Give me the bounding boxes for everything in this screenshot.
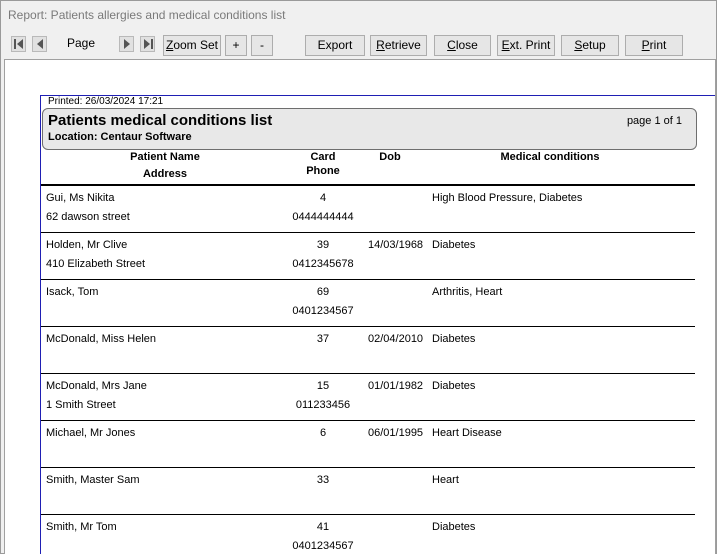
- ext-print-button[interactable]: Ext. Print: [497, 35, 555, 56]
- phone-number: 0401234567: [292, 305, 354, 317]
- medical-conditions: Heart: [432, 474, 459, 486]
- table-row[interactable]: Gui, Ms Nikita 62 dawson street 4 044444…: [41, 186, 695, 233]
- first-page-button[interactable]: [11, 36, 26, 52]
- last-page-icon: [144, 39, 153, 49]
- print-button[interactable]: Print: [625, 35, 683, 56]
- export-label: Export: [317, 38, 353, 52]
- card-number: 6: [319, 427, 327, 439]
- date-of-birth: 06/01/1995: [368, 427, 424, 439]
- patient-address: 1 Smith Street: [46, 399, 116, 411]
- card-number: 69: [316, 286, 330, 298]
- phone-number: 011233456: [295, 399, 351, 411]
- table-row[interactable]: Michael, Mr Jones 6 06/01/1995 Heart Dis…: [41, 421, 695, 468]
- col-medical-conditions: Medical conditions: [500, 151, 600, 163]
- patient-name: Smith, Mr Tom: [46, 521, 117, 533]
- export-button[interactable]: Export: [305, 35, 365, 56]
- zoom-in-button[interactable]: +: [225, 35, 247, 56]
- phone-number: 0401234567: [292, 540, 354, 552]
- report-title: Patients medical conditions list: [48, 112, 273, 129]
- medical-conditions: Diabetes: [432, 380, 476, 392]
- date-of-birth: 01/01/1982: [368, 380, 424, 392]
- patient-name: Holden, Mr Clive: [46, 239, 128, 251]
- patient-name: Isack, Tom: [46, 286, 99, 298]
- col-dob: Dob: [379, 151, 401, 163]
- next-page-button[interactable]: [119, 36, 134, 52]
- medical-conditions: Diabetes: [432, 239, 476, 251]
- table-row[interactable]: McDonald, Miss Helen 37 02/04/2010 Diabe…: [41, 327, 695, 374]
- table-row[interactable]: Smith, Mr Tom 41 0401234567 Diabetes: [41, 515, 695, 554]
- date-of-birth: 14/03/1968: [368, 239, 424, 251]
- page-label: Page: [67, 36, 96, 50]
- retrieve-button[interactable]: Retrieve: [370, 35, 427, 56]
- card-number: 39: [316, 239, 330, 251]
- col-address: Address: [142, 168, 188, 180]
- zoom-out-button[interactable]: -: [251, 35, 273, 56]
- page-indicator: page 1 of 1: [626, 115, 682, 127]
- report-window: Report: Patients allergies and medical c…: [0, 0, 717, 554]
- patient-name: McDonald, Miss Helen: [46, 333, 157, 345]
- zoom-set-button[interactable]: Zoom Set: [163, 35, 221, 56]
- medical-conditions: Diabetes: [432, 521, 476, 533]
- report-location: Location: Centaur Software: [48, 131, 192, 143]
- patient-name: Gui, Ms Nikita: [46, 192, 115, 204]
- medical-conditions: Diabetes: [432, 333, 476, 345]
- title-bar: Report: Patients allergies and medical c…: [1, 1, 716, 31]
- table-row[interactable]: Isack, Tom 69 0401234567 Arthritis, Hear…: [41, 280, 695, 327]
- first-page-icon: [14, 39, 23, 49]
- close-button[interactable]: Close: [434, 35, 491, 56]
- card-number: 33: [316, 474, 330, 486]
- report-preview[interactable]: Printed: 26/03/2024 17:21 Patients medic…: [4, 59, 716, 554]
- patient-name: Michael, Mr Jones: [46, 427, 136, 439]
- table-row[interactable]: Smith, Master Sam 33 Heart: [41, 468, 695, 515]
- table-row[interactable]: Holden, Mr Clive 410 Elizabeth Street 39…: [41, 233, 695, 280]
- prev-page-button[interactable]: [32, 36, 47, 52]
- printed-timestamp: Printed: 26/03/2024 17:21: [48, 96, 164, 107]
- patient-name: McDonald, Mrs Jane: [46, 380, 147, 392]
- col-patient-name: Patient Name: [130, 151, 200, 163]
- prev-page-icon: [37, 39, 43, 49]
- card-number: 15: [316, 380, 330, 392]
- col-phone: Phone: [306, 165, 340, 177]
- phone-number: 0412345678: [292, 258, 354, 270]
- report-header: Patients medical conditions list Locatio…: [42, 108, 697, 150]
- setup-button[interactable]: Setup: [561, 35, 619, 56]
- medical-conditions: Arthritis, Heart: [432, 286, 503, 298]
- card-number: 37: [316, 333, 330, 345]
- toolbar: Page Zoom Set + - Export Retrieve Close …: [1, 31, 716, 59]
- col-card: Card: [310, 151, 336, 163]
- patient-address: 410 Elizabeth Street: [46, 258, 146, 270]
- window-title: Report: Patients allergies and medical c…: [8, 8, 286, 22]
- patient-address: 62 dawson street: [46, 211, 130, 223]
- patient-name: Smith, Master Sam: [46, 474, 140, 486]
- next-page-icon: [124, 39, 130, 49]
- card-number: 41: [316, 521, 330, 533]
- last-page-button[interactable]: [140, 36, 155, 52]
- phone-number: 0444444444: [292, 211, 354, 223]
- card-number: 4: [319, 192, 327, 204]
- medical-conditions: High Blood Pressure, Diabetes: [432, 192, 583, 204]
- date-of-birth: 02/04/2010: [368, 333, 424, 345]
- medical-conditions: Heart Disease: [432, 427, 502, 439]
- table-row[interactable]: McDonald, Mrs Jane 1 Smith Street 15 011…: [41, 374, 695, 421]
